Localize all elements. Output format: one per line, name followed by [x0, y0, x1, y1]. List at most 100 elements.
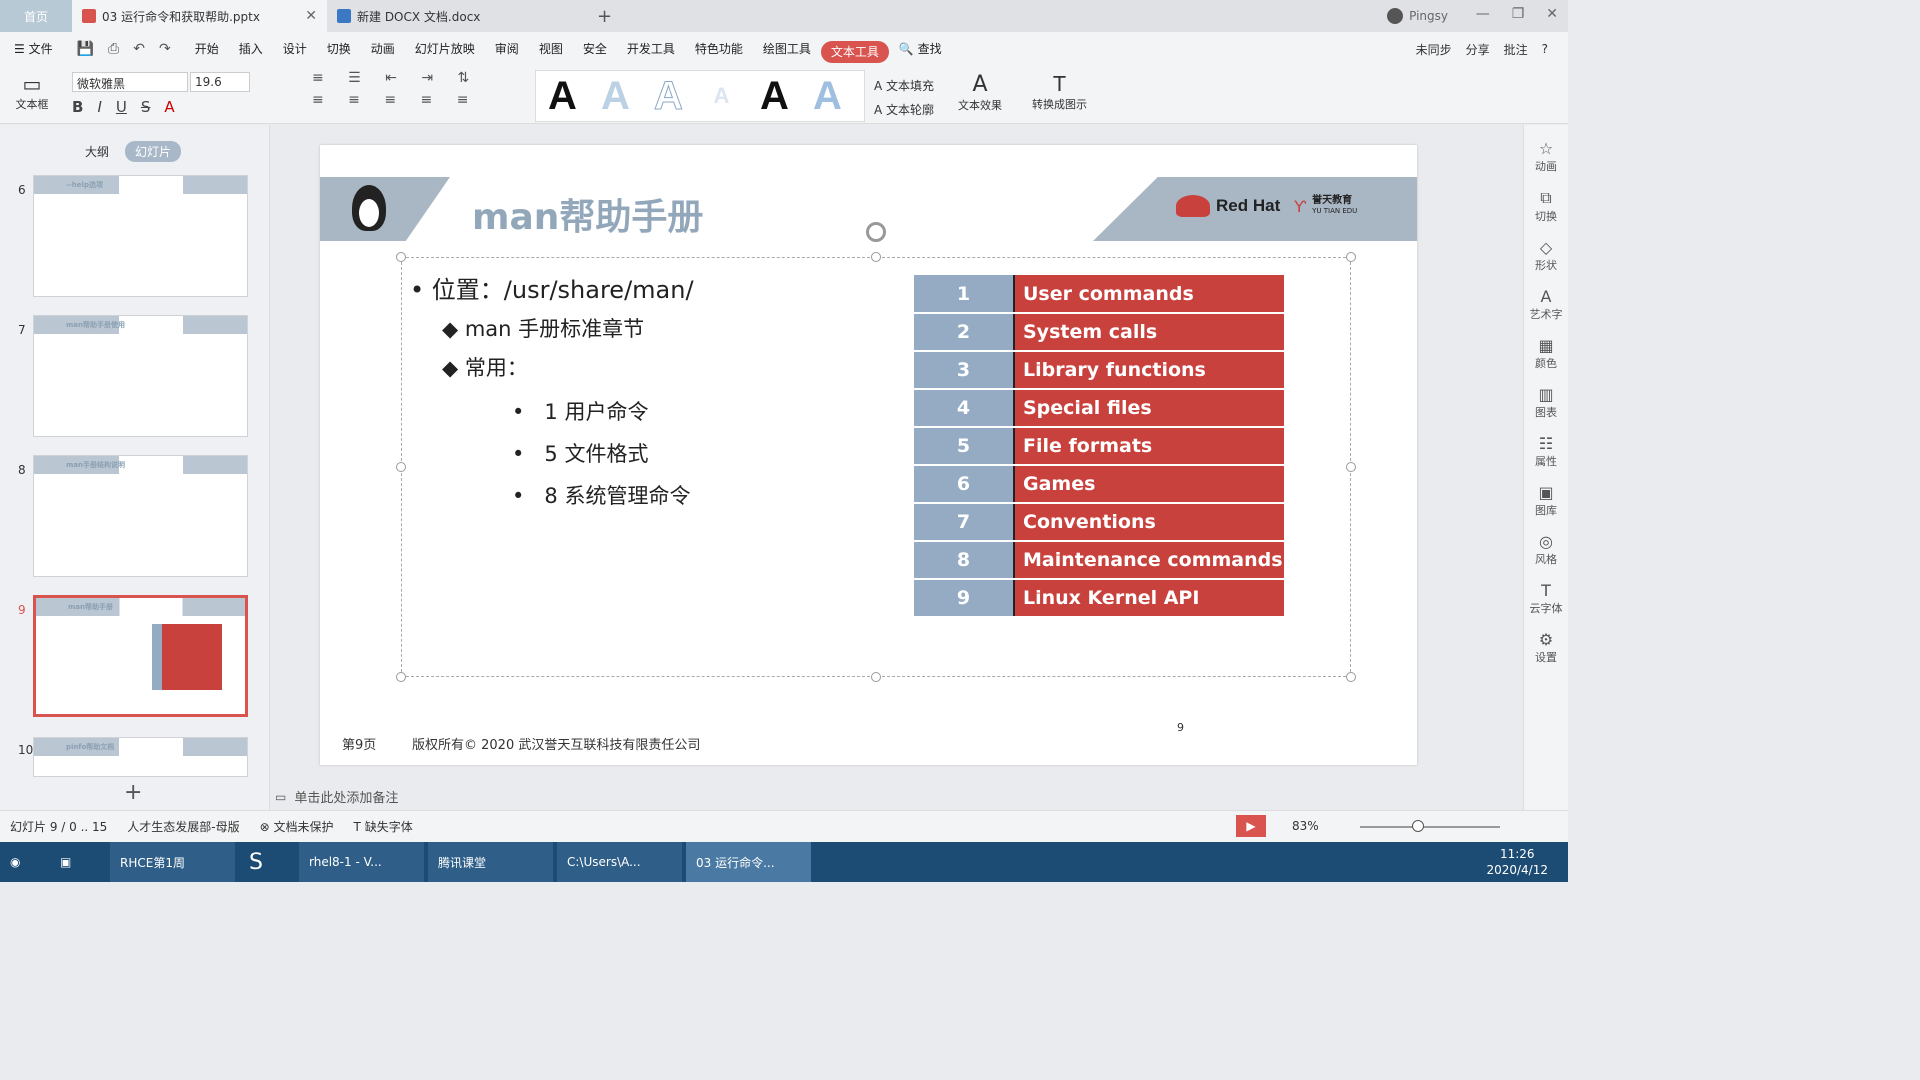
tab-outline[interactable]: 大纲 — [85, 143, 109, 160]
menu-developer[interactable]: 开发工具 — [617, 32, 685, 66]
menu-drawing-tools[interactable]: 绘图工具 — [753, 32, 821, 66]
bold-button[interactable]: B — [72, 98, 83, 116]
style-a-outline[interactable]: A — [642, 69, 695, 123]
help-icon[interactable]: ? — [1542, 42, 1548, 56]
bullet-location[interactable]: • 位置：/usr/share/man/ — [410, 270, 694, 305]
slide-thumb-9[interactable]: man帮助手册 — [33, 595, 248, 717]
minimize-icon[interactable]: — — [1476, 6, 1490, 22]
sidebar-chart[interactable]: ▥ 图表 — [1524, 385, 1568, 420]
resize-handle[interactable] — [396, 672, 406, 682]
notes-pane[interactable]: ▭ 单击此处添加备注 — [271, 783, 1521, 810]
sidebar-shape[interactable]: ◇ 形状 — [1524, 238, 1568, 273]
sidebar-cloud-font[interactable]: T 云字体 — [1524, 581, 1568, 616]
taskbar-app-icon[interactable]: ▣ — [50, 842, 110, 882]
clock[interactable]: 11:26 2020/4/12 — [1486, 846, 1548, 878]
resize-handle[interactable] — [1346, 462, 1356, 472]
add-slide-button[interactable]: + — [124, 780, 142, 805]
search-button[interactable]: 🔍 查找 — [889, 32, 952, 66]
save-icon[interactable]: 💾 — [77, 41, 94, 57]
slide-thumb-8[interactable]: man手册结构说明 — [33, 455, 248, 577]
doc-protection[interactable]: ⊗ 文档未保护 — [260, 818, 334, 835]
home-tab[interactable]: 首页 — [0, 0, 72, 32]
sub-bullet-common[interactable]: ◆ 常用： — [442, 352, 528, 382]
rotate-handle-icon[interactable] — [866, 222, 886, 242]
slide-thumb-6[interactable]: --help选项 — [33, 175, 248, 297]
menu-slideshow[interactable]: 幻灯片放映 — [405, 32, 485, 66]
underline-button[interactable]: U — [116, 98, 127, 116]
print-icon[interactable]: ⎙ — [108, 41, 119, 57]
restore-icon[interactable]: ❐ — [1512, 6, 1525, 22]
comment-button[interactable]: 批注 — [1504, 41, 1528, 58]
menu-transition[interactable]: 切换 — [317, 32, 361, 66]
resize-handle[interactable] — [1346, 672, 1356, 682]
missing-font[interactable]: T 缺失字体 — [354, 818, 413, 835]
sidebar-settings[interactable]: ⚙ 设置 — [1524, 630, 1568, 665]
list-item[interactable]: • 8 系统管理命令 — [512, 480, 690, 510]
resize-handle[interactable] — [396, 252, 406, 262]
sidebar-animation[interactable]: ☆ 动画 — [1524, 139, 1568, 174]
template-name[interactable]: 人才生态发展部-母版 — [127, 818, 239, 835]
close-icon[interactable]: ✕ — [305, 8, 317, 24]
font-color-button[interactable]: A — [164, 98, 174, 116]
menu-security[interactable]: 安全 — [573, 32, 617, 66]
list-item[interactable]: • 5 文件格式 — [512, 438, 648, 468]
tab-docx[interactable]: 新建 DOCX 文档.docx — [327, 0, 587, 32]
style-a-light[interactable]: A — [589, 69, 642, 123]
resize-handle[interactable] — [1346, 252, 1356, 262]
sidebar-properties[interactable]: ☷ 属性 — [1524, 434, 1568, 469]
menu-review[interactable]: 审阅 — [485, 32, 529, 66]
close-window-icon[interactable]: ✕ — [1546, 6, 1558, 22]
menu-animation[interactable]: 动画 — [361, 32, 405, 66]
taskbar-item[interactable]: C:\Users\A... — [557, 842, 682, 882]
resize-handle[interactable] — [871, 672, 881, 682]
sync-button[interactable]: 未同步 — [1416, 41, 1452, 58]
zoom-slider-thumb[interactable] — [1412, 820, 1424, 832]
taskbar-item[interactable]: rhel8-1 - V... — [299, 842, 424, 882]
list-item[interactable]: • 1 用户命令 — [512, 396, 648, 426]
textbox-button[interactable]: ▭ 文本框 — [8, 72, 56, 112]
file-menu[interactable]: ☰ 文件 — [0, 32, 63, 66]
style-a-thin[interactable]: A — [695, 69, 748, 123]
taskbar-item[interactable]: 腾讯课堂 — [428, 842, 553, 882]
style-a-black[interactable]: A — [536, 69, 589, 123]
slide-thumb-10[interactable]: pinfo帮助文档 — [33, 737, 248, 777]
new-tab-button[interactable]: + — [587, 0, 622, 32]
man-sections-table[interactable]: 1 User commands 2 System calls 3 Library fu… — [914, 275, 1284, 618]
style-a-bold[interactable]: A — [748, 69, 801, 123]
slide-thumb-7[interactable]: man帮助手册使用 — [33, 315, 248, 437]
resize-handle[interactable] — [871, 252, 881, 262]
share-button[interactable]: 分享 — [1466, 41, 1490, 58]
sub-bullet-chapters[interactable]: ◆ man 手册标准章节 — [442, 313, 644, 343]
menu-features[interactable]: 特色功能 — [685, 32, 753, 66]
convert-diagram-button[interactable]: T 转换成图示 — [1032, 72, 1087, 112]
undo-icon[interactable]: ↶ — [133, 41, 145, 57]
resize-handle[interactable] — [396, 462, 406, 472]
start-button[interactable]: ◉ — [0, 842, 50, 882]
taskbar-item[interactable]: 03 运行命令... — [686, 842, 811, 882]
zoom-level[interactable]: 83% — [1292, 819, 1319, 833]
menu-text-tools[interactable]: 文本工具 — [820, 41, 889, 63]
text-style-gallery[interactable]: A A A A A A — [535, 70, 865, 122]
sidebar-color[interactable]: ▦ 颜色 — [1524, 336, 1568, 371]
redo-icon[interactable]: ↷ — [159, 41, 171, 57]
menu-start[interactable]: 开始 — [185, 32, 229, 66]
user-area[interactable]: Pingsy — [1387, 8, 1448, 24]
text-fill-button[interactable]: A 文本填充 — [874, 74, 934, 98]
sidebar-transition[interactable]: ⧉ 切换 — [1524, 188, 1568, 224]
tab-slides[interactable]: 幻灯片 — [125, 141, 182, 162]
list-buttons[interactable]: ≡ ☰ ⇤ ⇥ ⇅ — [312, 70, 522, 86]
menu-insert[interactable]: 插入 — [229, 32, 273, 66]
sidebar-gallery[interactable]: ▣ 图库 — [1524, 483, 1568, 518]
strike-button[interactable]: S — [141, 98, 151, 116]
slide-title[interactable]: man帮助手册 — [472, 188, 703, 240]
taskbar-item[interactable]: RHCE第1周 — [110, 842, 235, 882]
menu-design[interactable]: 设计 — [273, 32, 317, 66]
sogou-icon[interactable]: S — [239, 842, 299, 882]
italic-button[interactable]: I — [97, 98, 101, 116]
menu-view[interactable]: 视图 — [529, 32, 573, 66]
tab-pptx[interactable]: 03 运行命令和获取帮助.pptx ✕ — [72, 0, 327, 32]
text-effect-button[interactable]: A 文本效果 — [958, 72, 1002, 113]
play-slideshow-icon[interactable]: ▶ — [1236, 815, 1266, 837]
text-outline-button[interactable]: A 文本轮廓 — [874, 98, 934, 122]
font-size-select[interactable]: 19.6 — [190, 72, 250, 92]
